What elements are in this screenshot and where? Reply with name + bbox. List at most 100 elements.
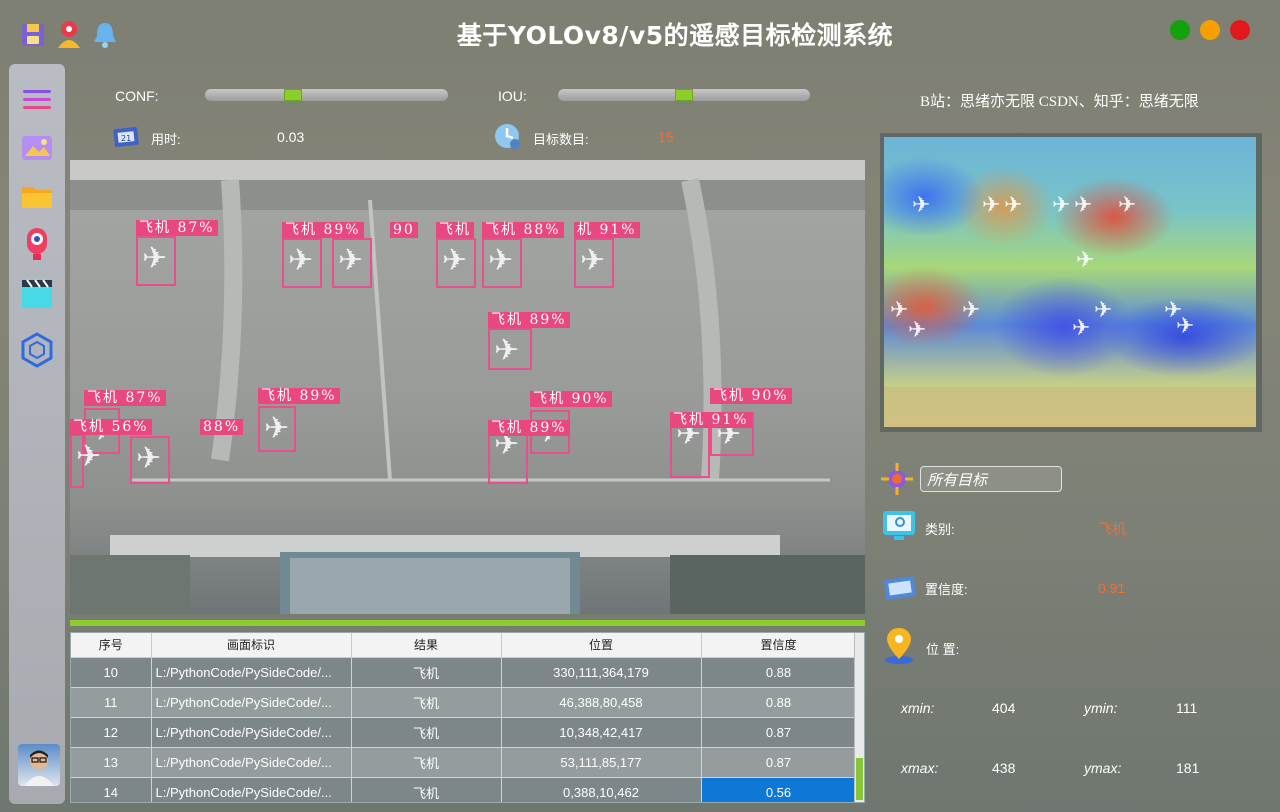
table-cell[interactable]: 0.88 — [701, 687, 857, 718]
column-header[interactable]: 序号 — [71, 633, 152, 658]
detection-label: 机 91% — [574, 222, 640, 238]
svg-text:✈: ✈ — [890, 298, 908, 323]
svg-text:✈: ✈ — [1094, 298, 1112, 323]
detection-label: 飞机 90% — [710, 388, 792, 404]
table-cell[interactable]: 11 — [71, 687, 152, 718]
confidence-label: 置信度: — [925, 582, 968, 597]
svg-text:✈: ✈ — [1076, 248, 1094, 273]
calendar-icon: 21 — [112, 125, 140, 149]
maximize-button[interactable] — [1170, 20, 1190, 40]
detection-label: 飞机 89% — [282, 222, 364, 238]
minimize-button[interactable] — [1200, 20, 1220, 40]
table-cell[interactable]: L:/PythonCode/PySideCode/... — [151, 777, 352, 802]
detection-box[interactable]: ✈ — [136, 236, 176, 286]
position-label: 位 置: — [926, 642, 960, 657]
table-cell[interactable]: 53,111,85,177 — [501, 747, 702, 778]
table-cell[interactable]: 飞机 — [351, 687, 502, 718]
svg-text:✈: ✈ — [1004, 193, 1022, 218]
location-pin-icon — [881, 626, 917, 664]
table-cell[interactable]: 飞机 — [351, 657, 502, 688]
table-cell[interactable]: 0.88 — [701, 657, 857, 688]
iou-slider-handle[interactable] — [675, 89, 693, 101]
table-cell[interactable]: 10,348,42,417 — [501, 717, 702, 748]
table-scrollbar[interactable] — [854, 633, 864, 802]
table-cell[interactable]: 飞机 — [351, 777, 502, 802]
iou-label: IOU: — [498, 88, 527, 104]
table-row[interactable]: 12 L:/PythonCode/PySideCode/... 飞机 10,348,4… — [71, 717, 857, 748]
svg-text:✈: ✈ — [1074, 193, 1092, 218]
detection-box[interactable]: ✈ — [332, 238, 372, 288]
table-row[interactable]: 11 L:/PythonCode/PySideCode/... 飞机 46,388,8… — [71, 687, 857, 718]
detection-box[interactable]: ✈ — [130, 436, 170, 484]
detection-box[interactable]: ✈ — [70, 434, 101, 488]
detection-image[interactable]: ✈ 飞机 87% ✈ 飞机 89% ✈ 90 ✈ 飞机 ✈ 飞机 88% ✈ 机 91% ✈ 飞机 89%… — [70, 160, 865, 614]
camera-icon[interactable] — [19, 226, 55, 262]
column-header[interactable]: 置信度 — [701, 633, 857, 658]
folder-icon[interactable] — [19, 178, 55, 214]
table-row[interactable]: 13 L:/PythonCode/PySideCode/... 飞机 53,111,8… — [71, 747, 857, 778]
column-header[interactable]: 画面标识 — [151, 633, 352, 658]
column-header[interactable]: 位置 — [501, 633, 702, 658]
video-icon[interactable] — [19, 276, 55, 312]
detection-box[interactable]: ✈ — [436, 238, 476, 288]
table-cell[interactable]: 0,388,10,462 — [501, 777, 702, 802]
table-cell[interactable]: L:/PythonCode/PySideCode/... — [151, 687, 352, 718]
table-cell[interactable]: 飞机 — [351, 747, 502, 778]
progress-bar — [70, 620, 865, 626]
conf-label: CONF: — [115, 88, 159, 104]
table-cell[interactable]: 14 — [71, 777, 152, 802]
target-icon — [879, 461, 915, 497]
user-icon[interactable] — [54, 18, 84, 52]
detection-box[interactable]: ✈ — [258, 406, 296, 452]
detection-box[interactable]: ✈ — [574, 238, 614, 288]
table-cell[interactable]: 0.87 — [701, 717, 857, 748]
table-cell[interactable]: 10 — [71, 657, 152, 688]
table-scrollbar-thumb[interactable] — [856, 758, 863, 800]
airplane-icon: ✈ — [264, 411, 290, 446]
detection-label: 飞机 — [436, 222, 474, 238]
table-cell[interactable]: 13 — [71, 747, 152, 778]
results-table[interactable]: 序号 画面标识 结果 位置 置信度 10 L:/PythonCode/PySide… — [70, 632, 865, 803]
bell-icon[interactable] — [90, 18, 120, 52]
table-row[interactable]: 10 L:/PythonCode/PySideCode/... 飞机 330,111,… — [71, 657, 857, 688]
table-cell[interactable]: L:/PythonCode/PySideCode/... — [151, 657, 352, 688]
table-cell[interactable]: 0.87 — [701, 747, 857, 778]
table-cell[interactable]: 46,388,80,458 — [501, 687, 702, 718]
table-cell[interactable]: 飞机 — [351, 717, 502, 748]
table-cell[interactable]: L:/PythonCode/PySideCode/... — [151, 747, 352, 778]
image-icon[interactable] — [19, 130, 55, 166]
conf-slider[interactable] — [205, 89, 448, 101]
detection-box[interactable]: ✈ — [282, 238, 322, 288]
menu-icon[interactable] — [19, 82, 55, 118]
ymax-value: 181 — [1176, 760, 1200, 776]
table-row[interactable]: 14 L:/PythonCode/PySideCode/... 飞机 0,388,10… — [71, 777, 857, 802]
conf-slider-handle[interactable] — [283, 89, 302, 101]
table-cell[interactable]: 330,111,364,179 — [501, 657, 702, 688]
airplane-icon: ✈ — [136, 441, 162, 476]
svg-text:✈: ✈ — [962, 298, 980, 323]
detection-label: 飞机 56% — [70, 419, 152, 435]
heatmap-image: ✈ ✈ ✈ ✈ ✈ ✈ ✈ ✈ ✈ ✈ ✈ ✈ ✈ ✈ — [884, 137, 1256, 427]
avatar[interactable] — [18, 744, 60, 786]
iou-slider[interactable] — [558, 89, 810, 101]
app-title: 基于YOLOv8/v5的遥感目标检测系统 — [456, 21, 894, 50]
detection-label: 90 — [390, 222, 418, 238]
svg-text:✈: ✈ — [1118, 193, 1136, 218]
svg-text:✈: ✈ — [908, 318, 926, 343]
target-filter-select[interactable] — [920, 466, 1062, 492]
confidence-value: 0.91 — [1098, 580, 1126, 596]
close-button[interactable] — [1230, 20, 1250, 40]
table-cell[interactable]: 12 — [71, 717, 152, 748]
detection-label: 飞机 89% — [488, 420, 570, 436]
save-icon[interactable] — [18, 18, 48, 52]
table-cell[interactable]: L:/PythonCode/PySideCode/... — [151, 717, 352, 748]
detection-box[interactable]: ✈ — [488, 328, 532, 370]
ymax-label: ymax: — [1084, 760, 1122, 776]
confidence-icon — [883, 570, 919, 606]
table-cell[interactable]: 0.56 — [701, 777, 857, 802]
column-header[interactable]: 结果 — [351, 633, 502, 658]
airplane-icon: ✈ — [488, 243, 514, 278]
airplane-icon: ✈ — [76, 439, 102, 474]
model-icon[interactable] — [19, 332, 55, 368]
detection-box[interactable]: ✈ — [482, 238, 522, 288]
